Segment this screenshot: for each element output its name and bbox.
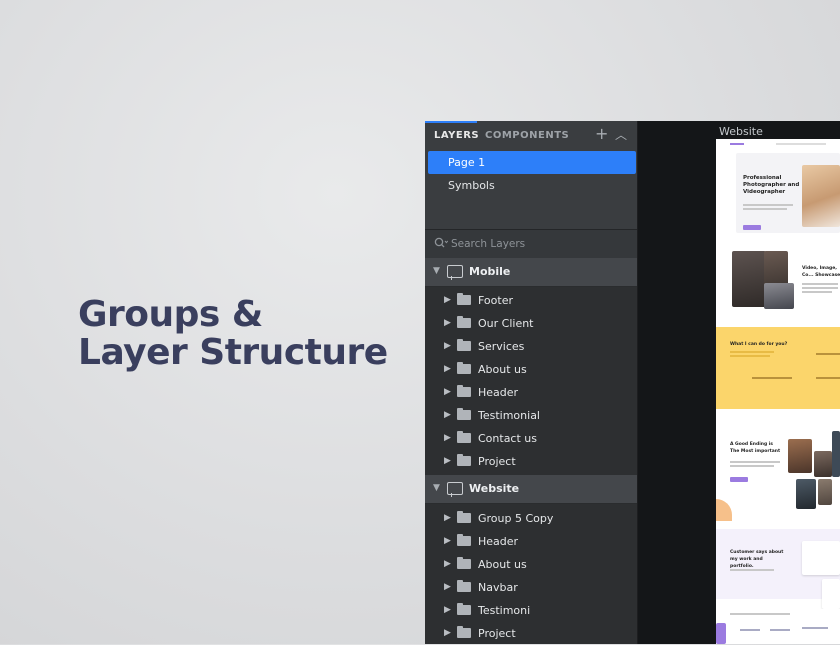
active-tab-indicator xyxy=(425,121,477,123)
layer-row[interactable]: ▶ Header xyxy=(425,530,637,553)
layer-row[interactable]: ▶ Project xyxy=(425,622,637,645)
folder-icon xyxy=(457,339,471,351)
layer-row[interactable]: ▶ Header xyxy=(425,381,637,404)
artboard-icon xyxy=(447,265,463,280)
expand-triangle-icon[interactable]: ▼ xyxy=(433,483,440,493)
collapsed-triangle-icon[interactable]: ▶ xyxy=(444,341,451,351)
folder-icon xyxy=(457,557,471,569)
layer-label: Project xyxy=(478,627,516,640)
collapsed-triangle-icon[interactable]: ▶ xyxy=(444,536,451,546)
layer-row[interactable]: ▶ Navbar xyxy=(425,576,637,599)
folder-icon xyxy=(457,603,471,615)
collapsed-triangle-icon[interactable]: ▶ xyxy=(444,513,451,523)
preview-testimonial-section: Customer says about my work and portfoli… xyxy=(716,529,840,609)
preview-video-section: Video, Image, Co... Showcase xyxy=(716,235,840,325)
folder-icon xyxy=(457,408,471,420)
layer-label: Group 5 Copy xyxy=(478,512,554,525)
headline: Groups & Layer Structure xyxy=(78,296,388,372)
artboard-title[interactable]: Website xyxy=(719,125,763,138)
layer-label: Contact us xyxy=(478,432,537,445)
layer-label: Header xyxy=(478,535,519,548)
preview-navbar xyxy=(716,139,840,149)
pages-list: Page 1 Symbols xyxy=(425,149,637,229)
preview-good-title: A Good Ending is The Most important xyxy=(730,442,781,454)
preview-services-section: What I can do for you? xyxy=(716,327,840,409)
preview-hero: Professional Photographer and Videograph… xyxy=(716,149,840,235)
collapsed-triangle-icon[interactable]: ▶ xyxy=(444,559,451,569)
collapsed-triangle-icon[interactable]: ▶ xyxy=(444,628,451,638)
layer-row[interactable]: ▶ Testimonial xyxy=(425,404,637,427)
folder-icon xyxy=(457,362,471,374)
headline-line-2: Layer Structure xyxy=(78,332,388,373)
folder-icon xyxy=(457,534,471,546)
preview-hero-title: Professional Photographer and Videograph… xyxy=(743,175,800,195)
design-app-window: LAYERS COMPONENTS + ︿ Page 1 Symbols ▼ M… xyxy=(425,121,840,644)
collapsed-triangle-icon[interactable]: ▶ xyxy=(444,456,451,466)
add-page-icon[interactable]: + xyxy=(595,126,608,142)
layer-label: Testimoni xyxy=(478,604,531,617)
layer-row[interactable]: ▶ Contact us xyxy=(425,427,637,450)
headline-line-1: Groups & xyxy=(78,294,263,335)
tab-components[interactable]: COMPONENTS xyxy=(485,130,569,141)
layer-row[interactable]: ▶ Testimoni xyxy=(425,599,637,622)
layer-row[interactable]: ▶ Our Client xyxy=(425,312,637,335)
group-label: Mobile xyxy=(469,265,511,278)
layer-label: About us xyxy=(478,558,527,571)
design-canvas[interactable]: Website Professional Photographer and Vi… xyxy=(638,121,840,644)
folder-icon xyxy=(457,316,471,328)
group-label: Website xyxy=(469,482,520,495)
group-website[interactable]: ▼ Website xyxy=(425,475,637,504)
collapsed-triangle-icon[interactable]: ▶ xyxy=(444,364,451,374)
search-input[interactable] xyxy=(451,236,621,252)
page-label: Symbols xyxy=(448,179,495,192)
layer-row[interactable]: ▶ Project xyxy=(425,450,637,473)
tab-layers[interactable]: LAYERS xyxy=(434,130,479,141)
expand-triangle-icon[interactable]: ▼ xyxy=(433,266,440,276)
page-label: Page 1 xyxy=(448,156,486,169)
folder-icon xyxy=(457,293,471,305)
preview-video-title: Video, Image, Co... Showcase xyxy=(802,266,840,278)
layer-search xyxy=(425,230,637,259)
layer-label: Testimonial xyxy=(478,409,540,422)
collapsed-triangle-icon[interactable]: ▶ xyxy=(444,387,451,397)
collapsed-triangle-icon[interactable]: ▶ xyxy=(444,318,451,328)
layer-row[interactable]: ▶ Group 5 Copy xyxy=(425,507,637,530)
preview-what-title: What I can do for you? xyxy=(730,342,788,347)
panel-tabbar: LAYERS COMPONENTS + ︿ xyxy=(425,121,637,149)
website-artboard-preview[interactable]: Professional Photographer and Videograph… xyxy=(716,139,840,644)
collapsed-triangle-icon[interactable]: ▶ xyxy=(444,295,451,305)
folder-icon xyxy=(457,580,471,592)
layer-row[interactable]: ▶ Services xyxy=(425,335,637,358)
folder-icon xyxy=(457,431,471,443)
folder-icon xyxy=(457,385,471,397)
layer-label: About us xyxy=(478,363,527,376)
folder-icon xyxy=(457,454,471,466)
layer-row[interactable]: ▶ Footer xyxy=(425,289,637,312)
search-icon xyxy=(434,237,449,252)
layer-row[interactable]: ▶ About us xyxy=(425,553,637,576)
folder-icon xyxy=(457,511,471,523)
page-item-symbols[interactable]: Symbols xyxy=(428,174,636,197)
layer-row[interactable]: ▶ About us xyxy=(425,358,637,381)
preview-about-section: A Good Ending is The Most important xyxy=(716,411,840,521)
layer-label: Services xyxy=(478,340,525,353)
preview-customer-title: Customer says about my work and portfoli… xyxy=(730,550,784,569)
collapsed-triangle-icon[interactable]: ▶ xyxy=(444,433,451,443)
artboard-icon xyxy=(447,482,463,497)
layer-label: Project xyxy=(478,455,516,468)
layer-label: Our Client xyxy=(478,317,534,330)
page-item-page-1[interactable]: Page 1 xyxy=(428,151,636,174)
preview-client-logos xyxy=(716,609,840,644)
folder-icon xyxy=(457,626,471,638)
layer-label: Navbar xyxy=(478,581,518,594)
layer-label: Footer xyxy=(478,294,513,307)
collapse-chevron-icon[interactable]: ︿ xyxy=(615,127,627,143)
collapsed-triangle-icon[interactable]: ▶ xyxy=(444,582,451,592)
collapsed-triangle-icon[interactable]: ▶ xyxy=(444,410,451,420)
group-mobile[interactable]: ▼ Mobile xyxy=(425,258,637,287)
layer-label: Header xyxy=(478,386,519,399)
collapsed-triangle-icon[interactable]: ▶ xyxy=(444,605,451,615)
layers-panel: LAYERS COMPONENTS + ︿ Page 1 Symbols ▼ M… xyxy=(425,121,638,644)
